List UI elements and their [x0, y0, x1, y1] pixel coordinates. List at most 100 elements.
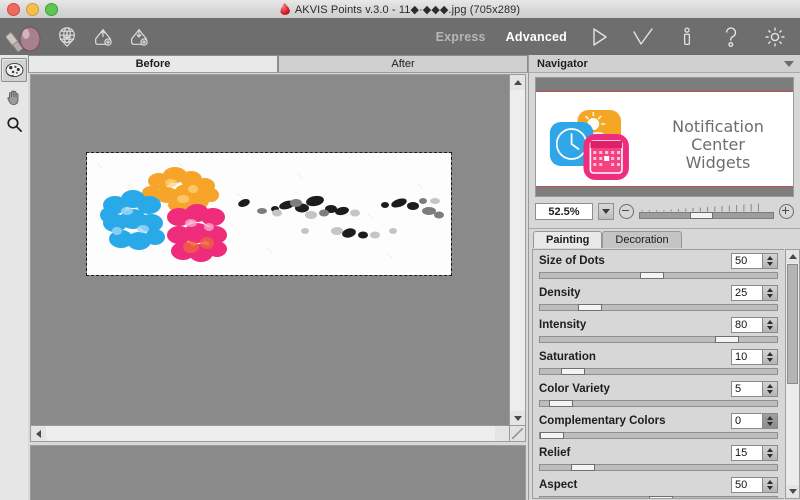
stepper-down-icon[interactable] [767, 486, 773, 490]
parameter-slider[interactable] [539, 400, 778, 407]
stepper-up-icon[interactable] [767, 416, 773, 420]
parameter-slider[interactable] [539, 368, 778, 375]
mode-advanced[interactable]: Advanced [503, 29, 570, 45]
parameter-slider-thumb[interactable] [577, 304, 602, 311]
window-controls [7, 2, 58, 16]
scroll-right-button[interactable] [495, 426, 510, 441]
mode-express[interactable]: Express [433, 29, 489, 45]
parameter-value[interactable]: 0 [731, 413, 763, 429]
zoom-dropdown-button[interactable] [598, 203, 614, 220]
parameter-value[interactable]: 10 [731, 349, 763, 365]
preferences-gear-icon[interactable] [760, 22, 790, 52]
parameter-slider-thumb[interactable] [649, 496, 674, 498]
stepper-up-icon[interactable] [767, 352, 773, 356]
zoom-button[interactable] [45, 2, 58, 16]
parameter-stepper[interactable] [763, 253, 778, 269]
parameter-slider-thumb[interactable] [639, 272, 664, 279]
stepper-down-icon[interactable] [767, 454, 773, 458]
stepper-down-icon[interactable] [767, 294, 773, 298]
stepper-down-icon[interactable] [767, 358, 773, 362]
parameter-spinner[interactable]: 25 [731, 285, 778, 301]
parameter-spinner[interactable]: 80 [731, 317, 778, 333]
parameter-slider-thumb[interactable] [715, 336, 740, 343]
parameter-slider-thumb[interactable] [540, 432, 564, 439]
parameter-slider-thumb[interactable] [570, 464, 595, 471]
tab-after[interactable]: After [278, 55, 528, 72]
scroll-down-button[interactable] [510, 411, 525, 426]
parameter-value[interactable]: 50 [731, 253, 763, 269]
parameter-spinner[interactable]: 10 [731, 349, 778, 365]
parameter-spinner[interactable]: 5 [731, 381, 778, 397]
scroll-left-button[interactable] [31, 426, 46, 441]
stepper-down-icon[interactable] [767, 326, 773, 330]
stepper-up-icon[interactable] [767, 448, 773, 452]
run-processing-icon[interactable] [584, 22, 614, 52]
scroll-up-button[interactable] [510, 75, 525, 90]
stepper-up-icon[interactable] [767, 320, 773, 324]
navigator-preview[interactable]: Notification Center Widgets [535, 77, 794, 197]
tab-decoration[interactable]: Decoration [602, 231, 682, 248]
canvas-horizontal-scrollbar[interactable] [31, 425, 510, 441]
zoom-in-button[interactable] [779, 204, 794, 219]
zoom-out-button[interactable] [619, 204, 634, 219]
minimize-button[interactable] [26, 2, 39, 16]
image-canvas[interactable] [31, 75, 510, 426]
parameter-slider[interactable] [539, 336, 778, 343]
quick-preview-tool[interactable] [1, 58, 27, 82]
params-scroll-down-button[interactable] [786, 485, 799, 498]
parameter-stepper[interactable] [763, 477, 778, 493]
parameter-stepper[interactable] [763, 349, 778, 365]
save-image-icon[interactable] [88, 22, 118, 52]
parameter-spinner[interactable]: 50 [731, 253, 778, 269]
resize-grip[interactable] [509, 425, 525, 441]
params-scroll-up-button[interactable] [786, 250, 799, 263]
parameter-stepper[interactable] [763, 413, 778, 429]
stepper-down-icon[interactable] [767, 262, 773, 266]
hand-tool[interactable] [1, 85, 27, 109]
apply-result-icon[interactable] [628, 22, 658, 52]
parameter-value[interactable]: 80 [731, 317, 763, 333]
stepper-up-icon[interactable] [767, 480, 773, 484]
stepper-up-icon[interactable] [767, 288, 773, 292]
parameter-value[interactable]: 50 [731, 477, 763, 493]
stepper-up-icon[interactable] [767, 384, 773, 388]
tab-painting[interactable]: Painting [533, 231, 603, 248]
parameter-slider[interactable] [539, 304, 778, 311]
parameter-slider[interactable] [539, 464, 778, 471]
zoom-tool[interactable] [1, 112, 27, 136]
zoom-slider-thumb[interactable] [690, 212, 714, 219]
parameter-stepper[interactable] [763, 317, 778, 333]
info-icon[interactable] [672, 22, 702, 52]
params-scrollbar-thumb[interactable] [787, 264, 798, 384]
stepper-down-icon[interactable] [767, 390, 773, 394]
parameter-stepper[interactable] [763, 445, 778, 461]
parameter-value[interactable]: 15 [731, 445, 763, 461]
parameter-stepper[interactable] [763, 285, 778, 301]
parameter-stepper[interactable] [763, 381, 778, 397]
chevron-down-icon[interactable] [784, 60, 794, 67]
close-button[interactable] [7, 2, 20, 16]
parameter-slider[interactable] [539, 432, 778, 439]
parameter-slider-thumb[interactable] [561, 368, 586, 375]
parameter-slider-thumb[interactable] [549, 400, 574, 407]
open-image-icon[interactable] [52, 22, 82, 52]
parameter-slider[interactable] [539, 496, 778, 498]
zoom-level-input[interactable]: 52.5% [535, 203, 593, 220]
parameter-spinner[interactable]: 50 [731, 477, 778, 493]
parameter-spinner[interactable]: 0 [731, 413, 778, 429]
triangle-down-icon [788, 489, 797, 494]
zoom-slider[interactable] [639, 203, 774, 220]
help-icon[interactable] [716, 22, 746, 52]
parameters-scrollbar[interactable] [785, 249, 800, 499]
tab-before[interactable]: Before [28, 55, 278, 72]
main-toolbar: Express Advanced [0, 18, 800, 56]
stepper-up-icon[interactable] [767, 256, 773, 260]
parameter-value[interactable]: 5 [731, 381, 763, 397]
stepper-down-icon[interactable] [767, 422, 773, 426]
parameter-slider[interactable] [539, 272, 778, 279]
canvas-vertical-scrollbar[interactable] [509, 75, 525, 426]
parameter-spinner[interactable]: 15 [731, 445, 778, 461]
print-image-icon[interactable] [124, 22, 154, 52]
parameter-value[interactable]: 25 [731, 285, 763, 301]
akvis-points-window: AKVIS Points v.3.0 - 11◆·◆◆◆.jpg (705x28… [0, 0, 800, 500]
